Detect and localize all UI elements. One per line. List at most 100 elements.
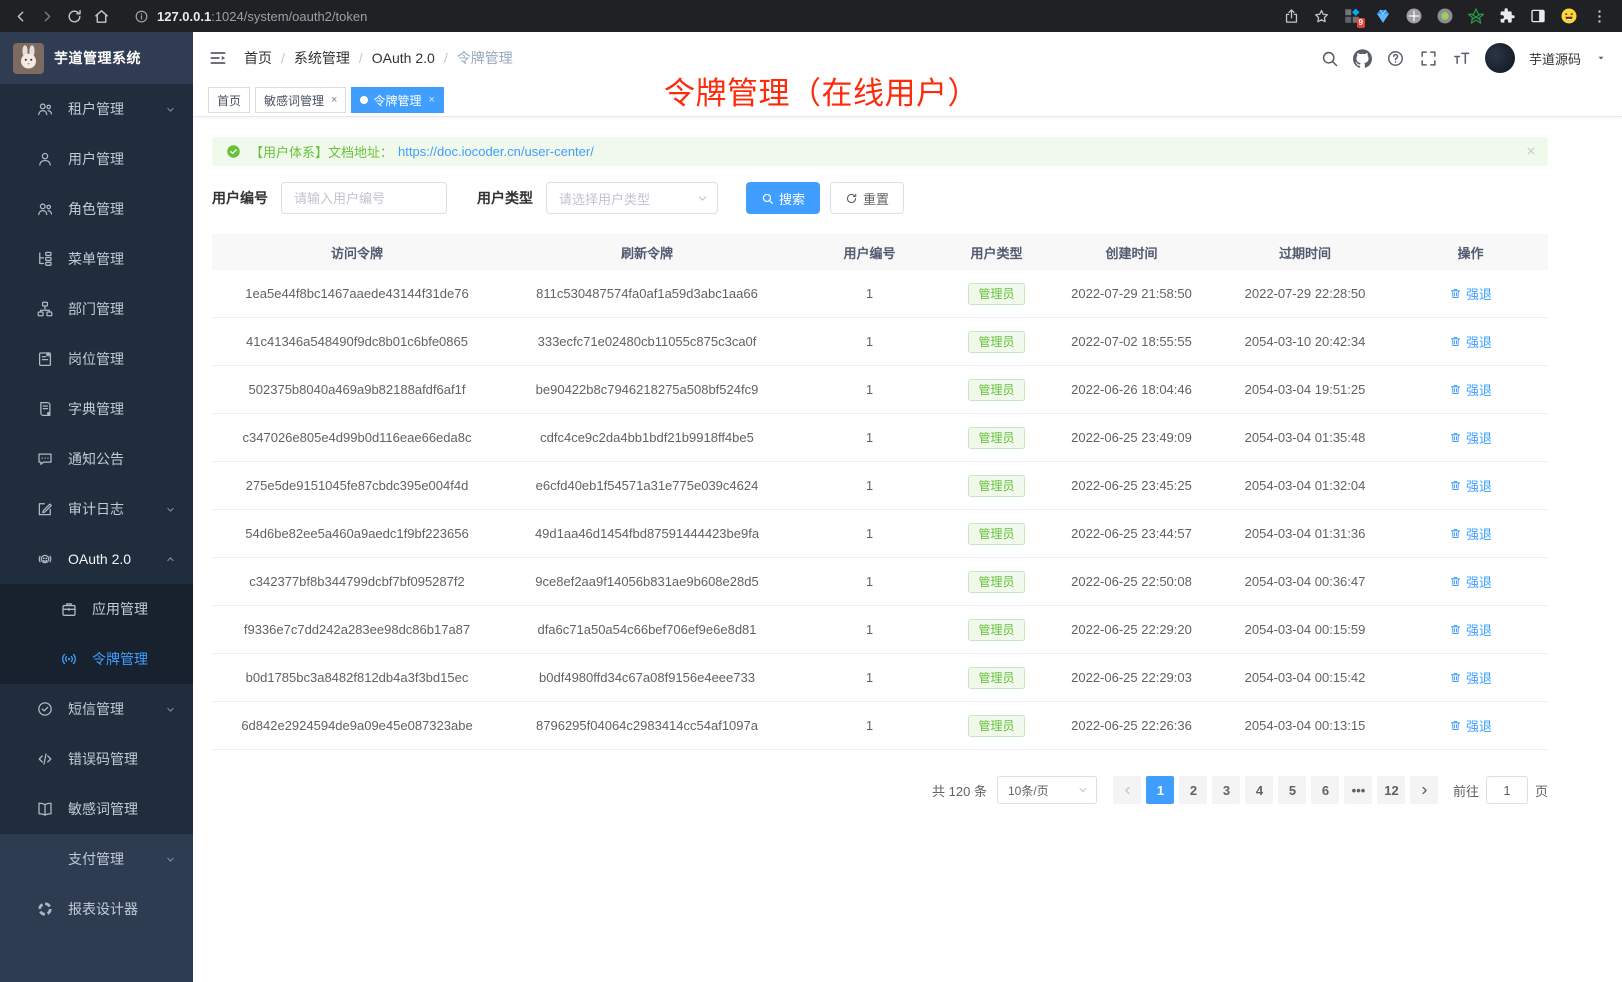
sidebar-item-menu[interactable]: 菜单管理 [0,234,193,284]
next-page-button[interactable] [1410,776,1438,804]
force-logout-button[interactable]: 强退 [1449,620,1492,639]
star-extension-icon[interactable] [1467,7,1485,25]
tab-首页[interactable]: 首页 [208,87,250,113]
puzzle-extensions-icon[interactable] [1498,7,1516,25]
profile-emoji-icon[interactable] [1560,7,1578,25]
user-type-select[interactable]: 请选择用户类型 [546,182,718,214]
sidebar-item-report[interactable]: 报表设计器 [0,884,193,934]
pagination-more[interactable]: ••• [1344,776,1372,804]
sidebar-item-label: 通知公告 [68,449,124,469]
menu-kebab-icon[interactable] [1591,8,1608,25]
sidebar-item-role[interactable]: 角色管理 [0,184,193,234]
site-info-icon[interactable] [134,9,149,24]
page-button-1[interactable]: 1 [1146,776,1174,804]
address-bar[interactable]: 127.0.0.1:1024/system/oauth2/token [120,9,1273,24]
help-icon[interactable] [1386,49,1405,68]
sidebar-item-dict[interactable]: 字典管理 [0,384,193,434]
search-button[interactable]: 搜索 [746,182,820,214]
split-screen-icon[interactable] [1529,7,1547,25]
page-content: 【用户体系】文档地址： https://doc.iocoder.cn/user-… [193,117,1548,804]
action-label: 强退 [1466,476,1492,495]
force-logout-button[interactable]: 强退 [1449,524,1492,543]
user-id-cell: 1 [792,718,947,733]
force-logout-button[interactable]: 强退 [1449,476,1492,495]
page-button-12[interactable]: 12 [1377,776,1405,804]
github-icon[interactable] [1353,49,1372,68]
record-extension-icon[interactable] [1436,7,1454,25]
action-label: 强退 [1466,428,1492,447]
sidebar-collapse-icon[interactable] [208,48,228,68]
page-button-6[interactable]: 6 [1311,776,1339,804]
force-logout-button[interactable]: 强退 [1449,380,1492,399]
menu-tree-icon [36,250,54,268]
page-button-3[interactable]: 3 [1212,776,1240,804]
tab-敏感词管理[interactable]: 敏感词管理× [255,87,346,113]
sidebar-logo[interactable]: 芋道管理系统 [0,32,193,84]
column-header: 用户类型 [947,243,1046,262]
gem-extension-icon[interactable] [1374,7,1392,25]
force-logout-button[interactable]: 强退 [1449,716,1492,735]
prev-page-button[interactable] [1113,776,1141,804]
user-id-label: 用户编号 [212,188,268,208]
page-button-2[interactable]: 2 [1179,776,1207,804]
close-icon[interactable]: × [331,94,337,106]
sidebar-item-pay[interactable]: 支付管理 [0,834,193,884]
page-button-5[interactable]: 5 [1278,776,1306,804]
sidebar-item-oauth2-token[interactable]: 令牌管理 [0,634,193,684]
username[interactable]: 芋道源码 [1529,49,1581,68]
alert-close-icon[interactable] [1525,145,1537,157]
force-logout-button[interactable]: 强退 [1449,284,1492,303]
workspaces-extension-icon[interactable]: 9 [1343,7,1361,25]
sidebar-item-oauth2-app[interactable]: 应用管理 [0,584,193,634]
breadcrumb-item[interactable]: 首页 [244,48,272,68]
sidebar-item-post[interactable]: 岗位管理 [0,334,193,384]
alert-link[interactable]: https://doc.iocoder.cn/user-center/ [398,144,594,159]
goto-page-input[interactable] [1486,776,1528,804]
access-token-cell: 275e5de9151045fe87cbdc395e004f4d [212,478,502,493]
search-icon[interactable] [1320,49,1339,68]
reload-icon[interactable] [66,8,83,25]
breadcrumb-item[interactable]: 系统管理 [294,48,350,68]
breadcrumb-separator: / [444,50,448,66]
table-row: f9336e7c7dd242a283ee98dc86b17a87dfa6c71a… [212,606,1548,654]
refresh-token-cell: cdfc4ce9c2da4bb1bdf21b9918ff4be5 [502,430,792,445]
breadcrumb-item[interactable]: OAuth 2.0 [372,50,435,66]
user-caret-down-icon[interactable] [1595,52,1607,64]
action-cell: 强退 [1393,476,1548,495]
page-button-4[interactable]: 4 [1245,776,1273,804]
reset-button[interactable]: 重置 [830,182,904,214]
fullscreen-icon[interactable] [1419,49,1438,68]
font-size-icon[interactable] [1452,49,1471,68]
sidebar-item-errcode[interactable]: 错误码管理 [0,734,193,784]
sidebar-item-user[interactable]: 用户管理 [0,134,193,184]
sidebar-item-notice[interactable]: 通知公告 [0,434,193,484]
sidebar-item-sms[interactable]: 短信管理 [0,684,193,734]
access-token-cell: 1ea5e44f8bc1467aaede43144f31de76 [212,286,502,301]
user-id-input[interactable] [281,182,447,214]
action-cell: 强退 [1393,428,1548,447]
logo-avatar [13,43,44,74]
sidebar-item-audit[interactable]: 审计日志 [0,484,193,534]
home-icon[interactable] [93,8,110,25]
user-avatar[interactable] [1485,43,1515,73]
page-size-select[interactable]: 10条/页 [997,776,1097,804]
back-icon[interactable] [12,8,29,25]
share-icon[interactable] [1283,8,1300,25]
forward-icon[interactable] [39,8,56,25]
segmented-circle-icon [36,900,54,918]
force-logout-button[interactable]: 强退 [1449,332,1492,351]
sidebar-item-sensitive[interactable]: 敏感词管理 [0,784,193,834]
url-text[interactable]: 127.0.0.1:1024/system/oauth2/token [157,9,367,24]
sidebar-item-dept[interactable]: 部门管理 [0,284,193,334]
force-logout-button[interactable]: 强退 [1449,428,1492,447]
chevron-down-icon [164,503,177,516]
table-row: 6d842e2924594de9a09e45e087323abe8796295f… [212,702,1548,750]
sidebar-item-tenant[interactable]: 租户管理 [0,84,193,134]
screenshot-extension-icon[interactable] [1405,7,1423,25]
tab-令牌管理[interactable]: 令牌管理× [351,87,443,113]
bookmark-star-icon[interactable] [1313,8,1330,25]
close-icon[interactable]: × [428,94,434,106]
force-logout-button[interactable]: 强退 [1449,572,1492,591]
force-logout-button[interactable]: 强退 [1449,668,1492,687]
sidebar-item-oauth2[interactable]: OAuth 2.0 [0,534,193,584]
